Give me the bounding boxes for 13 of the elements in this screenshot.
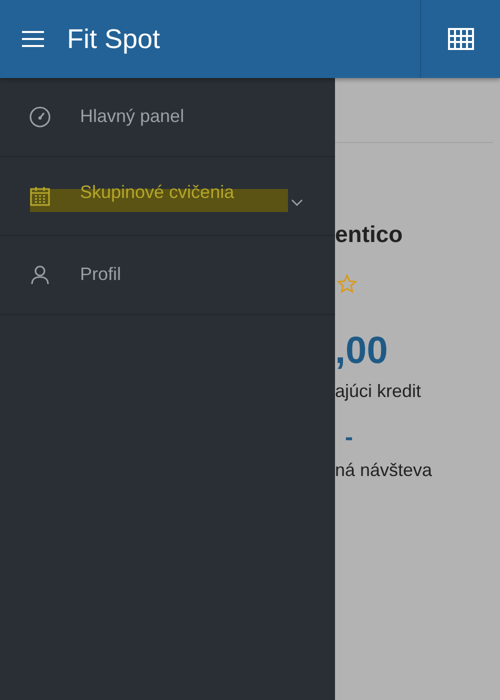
profile-name: entico	[335, 221, 403, 248]
drawer-item[interactable]: Skupinové cvičenia	[0, 157, 335, 236]
credit-label: ajúci kredit	[335, 381, 422, 402]
app-title: Fit Spot	[67, 24, 162, 54]
person-icon	[29, 265, 51, 285]
grid-icon[interactable]	[448, 28, 474, 50]
visit-label: ná návšteva	[335, 460, 432, 481]
menu-icon[interactable]	[22, 30, 44, 48]
credit-value: ,00	[335, 330, 388, 373]
visit-value: -	[345, 424, 353, 452]
gauge-icon	[29, 106, 51, 128]
star-icon	[337, 274, 357, 294]
calendar-icon	[29, 186, 51, 206]
